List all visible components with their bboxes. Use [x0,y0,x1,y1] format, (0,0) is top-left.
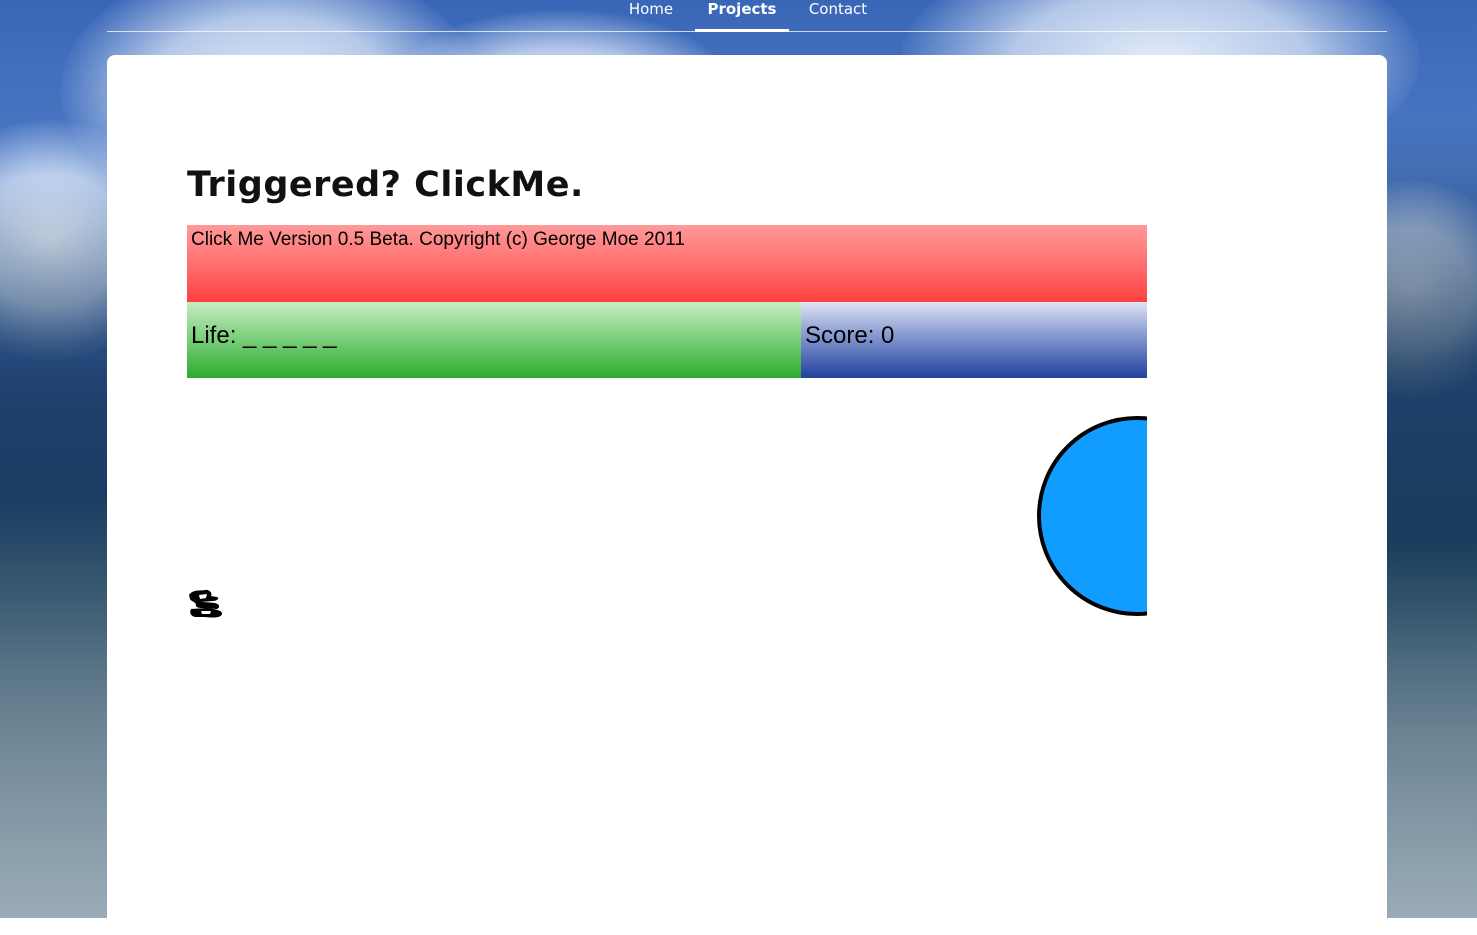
scribble-sprite-icon [189,589,223,618]
nav-contact[interactable]: Contact [805,0,871,31]
grass-right [1380,538,1477,918]
page-title: Triggered? ClickMe. [187,165,584,205]
grass-left [0,498,110,918]
nav-projects[interactable]: Projects [695,0,789,32]
score-text: Score: 0 [805,322,895,349]
active-tab-underline [695,29,789,32]
game-banner: Click Me Version 0.5 Beta. Copyright (c)… [187,225,1147,302]
score-bar: Score: 0 [801,302,1147,378]
nav-contact-label: Contact [808,0,868,18]
life-bar: Life: _ _ _ _ _ [187,302,801,378]
life-text: Life: _ _ _ _ _ [191,322,337,349]
click-target-circle[interactable] [1037,416,1147,616]
nav-home-label: Home [628,0,674,18]
top-nav: Home Projects Contact [107,0,1387,32]
nav-home[interactable]: Home [623,0,679,31]
game-banner-text: Click Me Version 0.5 Beta. Copyright (c)… [191,229,685,250]
content-card: Triggered? ClickMe. Click Me Version 0.5… [107,55,1387,935]
clickme-game[interactable]: Click Me Version 0.5 Beta. Copyright (c)… [187,225,1147,785]
nav-projects-label: Projects [707,0,777,18]
